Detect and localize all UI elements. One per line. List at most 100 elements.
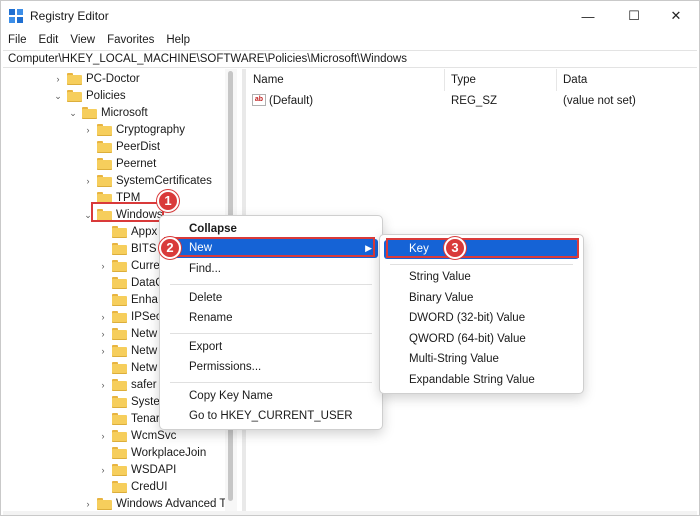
menu-separator xyxy=(170,382,372,383)
folder-icon xyxy=(97,497,112,510)
tree-item-label: safer xyxy=(131,378,157,391)
tree-item[interactable]: › Netw xyxy=(98,325,157,342)
column-header-type[interactable]: Type xyxy=(445,69,557,91)
value-name[interactable]: (Default) xyxy=(269,93,313,109)
tree-item[interactable]: › Curre xyxy=(98,257,160,274)
folder-icon xyxy=(112,225,127,238)
tree-item-label: Netw xyxy=(131,344,158,357)
menu-bar: File Edit View Favorites Help xyxy=(1,31,196,49)
value-type: REG_SZ xyxy=(451,95,498,107)
tree-item-label: Enha xyxy=(131,293,158,306)
chevron-right-icon[interactable]: › xyxy=(83,499,93,509)
submenu-string-value[interactable]: String Value xyxy=(384,268,579,287)
registry-app-icon xyxy=(9,9,23,23)
menu-delete[interactable]: Delete xyxy=(164,289,378,308)
no-expander xyxy=(98,397,108,407)
tree-item[interactable]: PeerDist xyxy=(83,138,160,155)
tree-item[interactable]: › Cryptography xyxy=(83,121,185,138)
folder-icon xyxy=(112,463,127,476)
tree-item-label: SystemCertificates xyxy=(116,174,212,187)
menu-find[interactable]: Find... xyxy=(164,260,378,279)
tree-item-label: WSDAPI xyxy=(131,463,177,476)
menu-favorites[interactable]: Favorites xyxy=(101,31,160,49)
tree-item[interactable]: › SystemCertificates xyxy=(83,172,212,189)
folder-icon xyxy=(112,361,127,374)
chevron-right-icon[interactable]: › xyxy=(98,312,108,322)
tree-item[interactable]: ⌄ Policies xyxy=(53,87,126,104)
menu-separator xyxy=(390,264,573,265)
chevron-right-icon[interactable]: › xyxy=(98,329,108,339)
menu-edit[interactable]: Edit xyxy=(33,31,65,49)
submenu-multi-string-value[interactable]: Multi-String Value xyxy=(384,350,579,369)
chevron-right-icon[interactable]: › xyxy=(98,261,108,271)
title-bar: Registry Editor — ☐ ✕ xyxy=(1,1,699,31)
no-expander xyxy=(83,159,93,169)
chevron-right-icon[interactable]: › xyxy=(83,176,93,186)
maximize-button[interactable]: ☐ xyxy=(611,1,657,31)
folder-icon xyxy=(112,276,127,289)
tree-item[interactable]: › Windows Advanced TI xyxy=(83,495,230,512)
tree-item-label: Curre xyxy=(131,259,160,272)
address-bar[interactable]: Computer\HKEY_LOCAL_MACHINE\SOFTWARE\Pol… xyxy=(3,50,697,68)
string-value-icon: ab xyxy=(252,94,266,106)
tree-item[interactable]: Netw xyxy=(98,359,157,376)
chevron-right-icon[interactable]: › xyxy=(98,431,108,441)
folder-icon xyxy=(97,140,112,153)
menu-separator xyxy=(170,333,372,334)
tree-item[interactable]: › IPSec xyxy=(98,308,162,325)
tree-item-label: WcmSvc xyxy=(131,429,177,442)
close-button[interactable]: ✕ xyxy=(653,1,699,31)
tree-item[interactable]: › safer xyxy=(98,376,157,393)
tree-item[interactable]: BITS xyxy=(98,240,157,257)
column-header-name[interactable]: Name xyxy=(247,69,445,91)
folder-icon xyxy=(112,242,127,255)
chevron-right-icon[interactable]: › xyxy=(98,380,108,390)
tree-item-label: Policies xyxy=(86,89,126,102)
folder-icon xyxy=(112,259,127,272)
folder-icon xyxy=(112,429,127,442)
tree-item[interactable]: Enha xyxy=(98,291,158,308)
submenu-expandable-string-value[interactable]: Expandable String Value xyxy=(384,371,579,390)
menu-view[interactable]: View xyxy=(64,31,101,49)
tree-item[interactable]: CredUI xyxy=(98,478,167,495)
tree-item-label: PC-Doctor xyxy=(86,72,140,85)
no-expander xyxy=(83,142,93,152)
tree-item[interactable]: Tenar xyxy=(98,410,160,427)
tree-item[interactable]: › WSDAPI xyxy=(98,461,176,478)
annotation-box-new xyxy=(164,237,375,257)
menu-permissions[interactable]: Permissions... xyxy=(164,358,378,377)
tree-item[interactable]: WorkplaceJoin xyxy=(98,444,206,461)
menu-file[interactable]: File xyxy=(1,31,33,49)
menu-export[interactable]: Export xyxy=(164,338,378,357)
folder-icon xyxy=(97,157,112,170)
submenu-qword-value[interactable]: QWORD (64-bit) Value xyxy=(384,330,579,349)
tree-item-label: Microsoft xyxy=(101,106,148,119)
menu-goto-hkcu[interactable]: Go to HKEY_CURRENT_USER xyxy=(164,407,378,426)
tree-item[interactable]: › Netw xyxy=(98,342,157,359)
submenu-binary-value[interactable]: Binary Value xyxy=(384,289,579,308)
chevron-right-icon[interactable]: › xyxy=(98,465,108,475)
tree-item[interactable]: DataC xyxy=(98,274,164,291)
tree-item-label: BITS xyxy=(131,242,157,255)
menu-help[interactable]: Help xyxy=(160,31,196,49)
no-expander xyxy=(98,227,108,237)
tree-item[interactable]: Peernet xyxy=(83,155,156,172)
tree-item[interactable]: Syste xyxy=(98,393,160,410)
chevron-down-icon[interactable]: ⌄ xyxy=(68,108,78,118)
menu-rename[interactable]: Rename xyxy=(164,309,378,328)
chevron-right-icon[interactable]: › xyxy=(83,125,93,135)
no-expander xyxy=(98,244,108,254)
chevron-right-icon[interactable]: › xyxy=(98,346,108,356)
menu-copy-key-name[interactable]: Copy Key Name xyxy=(164,387,378,406)
minimize-button[interactable]: — xyxy=(565,1,611,31)
annotation-box-windows xyxy=(91,202,164,222)
chevron-right-icon[interactable]: › xyxy=(53,74,63,84)
menu-separator xyxy=(170,284,372,285)
submenu-dword-value[interactable]: DWORD (32-bit) Value xyxy=(384,309,579,328)
tree-item[interactable]: › PC-Doctor xyxy=(53,70,140,87)
chevron-down-icon[interactable]: ⌄ xyxy=(53,91,63,101)
column-header-data[interactable]: Data xyxy=(557,69,695,91)
tree-item[interactable]: Appx xyxy=(98,223,157,240)
folder-icon xyxy=(112,378,127,391)
tree-item[interactable]: ⌄ Microsoft xyxy=(68,104,148,121)
